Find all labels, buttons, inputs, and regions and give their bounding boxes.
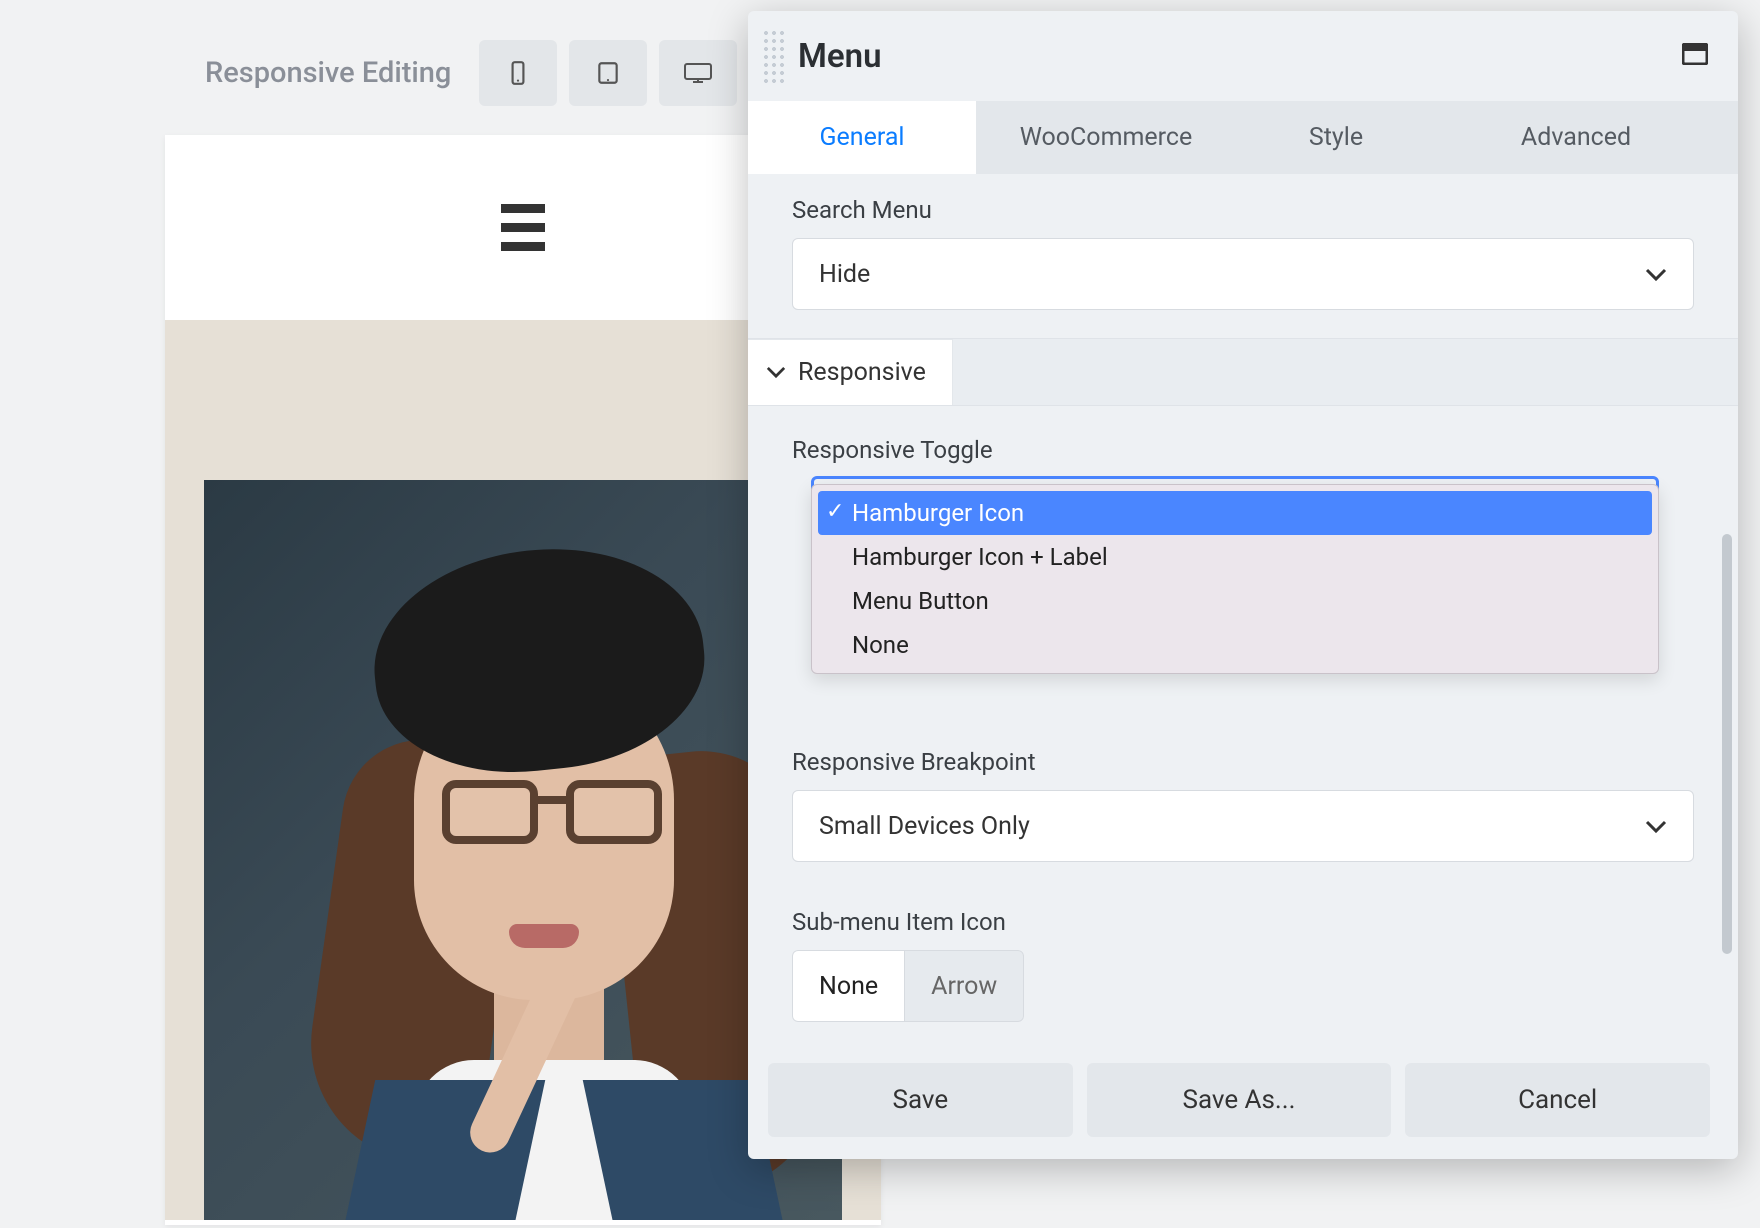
search-menu-section: Search Menu Hide — [748, 174, 1738, 338]
device-switcher — [479, 40, 737, 106]
tablet-icon — [595, 60, 621, 86]
device-tablet-button[interactable] — [569, 40, 647, 106]
tab-style[interactable]: Style — [1236, 101, 1436, 174]
window-icon — [1682, 43, 1708, 65]
search-menu-label: Search Menu — [792, 196, 1694, 224]
panel-footer: Save Save As... Cancel — [748, 1053, 1738, 1159]
responsive-section-toggle[interactable]: Responsive — [748, 339, 953, 405]
submenu-icon-segmented: None Arrow — [792, 950, 1024, 1022]
submenu-icon-label: Sub-menu Item Icon — [792, 908, 1694, 936]
panel-header[interactable]: Menu — [748, 11, 1738, 101]
chevron-down-icon — [1645, 812, 1667, 841]
panel-title: Menu — [798, 37, 881, 76]
search-menu-select[interactable]: Hide — [792, 238, 1694, 310]
hamburger-icon[interactable] — [501, 204, 545, 251]
responsive-section-title: Responsive — [798, 358, 926, 387]
panel-body: Search Menu Hide Responsive Responsive T… — [748, 174, 1738, 1053]
panel-tabs: General WooCommerce Style Advanced — [748, 101, 1738, 174]
preview-portrait-image — [204, 480, 842, 1220]
expand-panel-button[interactable] — [1682, 43, 1708, 69]
mobile-icon — [505, 60, 531, 86]
tab-woocommerce[interactable]: WooCommerce — [976, 101, 1236, 174]
responsive-breakpoint-select[interactable]: Small Devices Only — [792, 790, 1694, 862]
device-desktop-button[interactable] — [659, 40, 737, 106]
drag-handle-icon[interactable] — [762, 29, 786, 83]
save-as-button[interactable]: Save As... — [1087, 1063, 1392, 1137]
search-menu-value: Hide — [819, 260, 870, 289]
option-hamburger-icon-label[interactable]: Hamburger Icon + Label — [818, 535, 1652, 579]
panel-scrollbar[interactable] — [1720, 234, 1734, 953]
scrollbar-thumb[interactable] — [1722, 534, 1732, 954]
tab-advanced[interactable]: Advanced — [1436, 101, 1716, 174]
responsive-editing-toolbar: Responsive Editing — [205, 40, 737, 106]
responsive-toggle-section: Responsive Toggle Hamburger Icon Hamburg… — [748, 406, 1738, 702]
responsive-breakpoint-label: Responsive Breakpoint — [792, 748, 1694, 776]
responsive-section-row: Responsive — [748, 338, 1738, 406]
submenu-icon-none-button[interactable]: None — [792, 950, 904, 1022]
desktop-icon — [683, 61, 713, 85]
option-hamburger-icon[interactable]: Hamburger Icon — [818, 491, 1652, 535]
save-button[interactable]: Save — [768, 1063, 1073, 1137]
option-none[interactable]: None — [818, 623, 1652, 667]
cancel-button[interactable]: Cancel — [1405, 1063, 1710, 1137]
responsive-toggle-label: Responsive Toggle — [792, 436, 1694, 464]
responsive-breakpoint-value: Small Devices Only — [819, 812, 1030, 841]
option-menu-button[interactable]: Menu Button — [818, 579, 1652, 623]
device-mobile-button[interactable] — [479, 40, 557, 106]
responsive-editing-label: Responsive Editing — [205, 56, 451, 90]
responsive-toggle-dropdown: Hamburger Icon Hamburger Icon + Label Me… — [811, 484, 1659, 674]
responsive-breakpoint-section: Responsive Breakpoint Small Devices Only — [748, 702, 1738, 890]
chevron-down-icon — [766, 366, 786, 379]
submenu-icon-section: Sub-menu Item Icon None Arrow — [748, 890, 1738, 1050]
submenu-icon-arrow-button[interactable]: Arrow — [904, 950, 1024, 1022]
chevron-down-icon — [1645, 260, 1667, 289]
tab-general[interactable]: General — [748, 101, 976, 174]
menu-settings-panel: Menu General WooCommerce Style Advanced … — [748, 11, 1738, 1159]
